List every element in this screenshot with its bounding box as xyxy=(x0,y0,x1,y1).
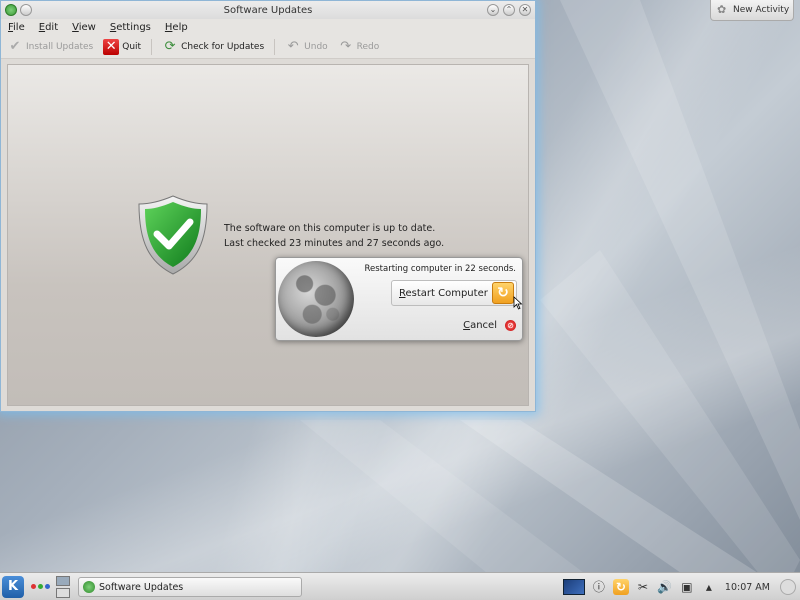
task-software-updates[interactable]: Software Updates xyxy=(78,577,302,597)
info-icon[interactable]: ⓘ xyxy=(591,579,607,595)
app-icon[interactable] xyxy=(5,4,17,16)
refresh-gear-icon: ⟳ xyxy=(164,39,176,54)
menu-bar: File Edit View Settings Help xyxy=(1,19,535,35)
tray-expand-arrow-icon[interactable]: ▴ xyxy=(701,579,717,595)
menu-help[interactable]: Help xyxy=(165,22,188,33)
toolbar-separator xyxy=(151,38,153,55)
clock[interactable]: 10:07 AM xyxy=(725,582,770,593)
update-tray-icon[interactable]: ↻ xyxy=(612,579,629,595)
redo-label: Redo xyxy=(356,41,380,52)
software-updates-window: Software Updates ⌄ ⌃ ✕ File Edit View Se… xyxy=(0,0,536,412)
toolbar-separator xyxy=(274,38,276,55)
application-launcher-icon[interactable]: K xyxy=(2,576,24,598)
volume-icon[interactable]: 🔊 xyxy=(657,579,673,595)
new-activity-button[interactable]: ✿ New Activity xyxy=(710,0,794,21)
quit-button[interactable]: ✕ Quit xyxy=(101,38,143,55)
status-line-last-checked: Last checked 23 minutes and 27 seconds a… xyxy=(224,238,445,249)
new-activity-label: New Activity xyxy=(733,5,790,15)
status-line-uptodate: The software on this computer is up to d… xyxy=(224,223,436,234)
panel-toolbox-icon[interactable] xyxy=(780,579,796,595)
desktop-pager[interactable] xyxy=(56,576,70,598)
sticky-icon[interactable] xyxy=(20,4,32,16)
redo-button[interactable]: ↷ Redo xyxy=(336,39,382,55)
moon-icon xyxy=(278,261,354,337)
menu-view[interactable]: View xyxy=(72,22,96,33)
shield-check-icon xyxy=(138,195,208,275)
restart-notification: Restarting computer in 22 seconds. Resta… xyxy=(275,257,523,341)
install-updates-button[interactable]: ✔ Install Updates xyxy=(5,39,95,55)
cancel-label: Cancel xyxy=(463,320,497,331)
menu-edit[interactable]: Edit xyxy=(39,22,58,33)
checkmark-icon: ✔ xyxy=(9,39,21,54)
maximize-button[interactable]: ⌃ xyxy=(503,4,515,16)
task-label: Software Updates xyxy=(99,581,184,593)
restart-countdown-message: Restarting computer in 22 seconds. xyxy=(364,264,516,274)
activities-icon: ✿ xyxy=(717,3,727,16)
title-bar[interactable]: Software Updates ⌄ ⌃ ✕ xyxy=(1,1,535,19)
clipboard-scissors-icon[interactable]: ✂ xyxy=(635,579,651,595)
software-updates-app-icon xyxy=(83,581,95,593)
toolbar: ✔ Install Updates ✕ Quit ⟳ Check for Upd… xyxy=(1,35,535,59)
update-status-panel: The software on this computer is up to d… xyxy=(7,64,529,406)
restart-computer-button[interactable]: Restart Computer ↻ xyxy=(391,280,517,306)
undo-icon: ↶ xyxy=(287,39,299,54)
check-for-updates-label: Check for Updates xyxy=(181,41,265,52)
display-icon[interactable] xyxy=(562,579,585,595)
undo-button[interactable]: ↶ Undo xyxy=(283,39,330,55)
install-updates-label: Install Updates xyxy=(26,41,94,52)
system-tray: ⓘ ↻ ✂ 🔊 ▣ ▴ 10:07 AM xyxy=(562,577,770,597)
restart-icon: ↻ xyxy=(492,282,514,304)
check-for-updates-button[interactable]: ⟳ Check for Updates xyxy=(160,39,266,55)
redo-icon: ↷ xyxy=(340,39,352,54)
activity-switcher[interactable] xyxy=(31,584,50,589)
device-notifier-icon[interactable]: ▣ xyxy=(679,579,695,595)
cancel-icon: ⊘ xyxy=(505,320,516,331)
status-message: The software on this computer is up to d… xyxy=(224,221,444,251)
menu-file[interactable]: File xyxy=(8,22,25,33)
mouse-cursor-icon xyxy=(513,296,523,310)
quit-label: Quit xyxy=(122,41,142,52)
window-title: Software Updates xyxy=(223,4,313,16)
taskbar: K Software Updates ⓘ ↻ ✂ 🔊 ▣ ▴ 10:07 AM xyxy=(0,572,800,600)
close-button[interactable]: ✕ xyxy=(519,4,531,16)
quit-icon: ✕ xyxy=(103,38,120,55)
minimize-button[interactable]: ⌄ xyxy=(487,4,499,16)
restart-computer-label: Restart Computer xyxy=(399,287,488,299)
undo-label: Undo xyxy=(304,41,328,52)
menu-settings[interactable]: Settings xyxy=(110,22,151,33)
cancel-button[interactable]: Cancel ⊘ xyxy=(463,320,516,331)
